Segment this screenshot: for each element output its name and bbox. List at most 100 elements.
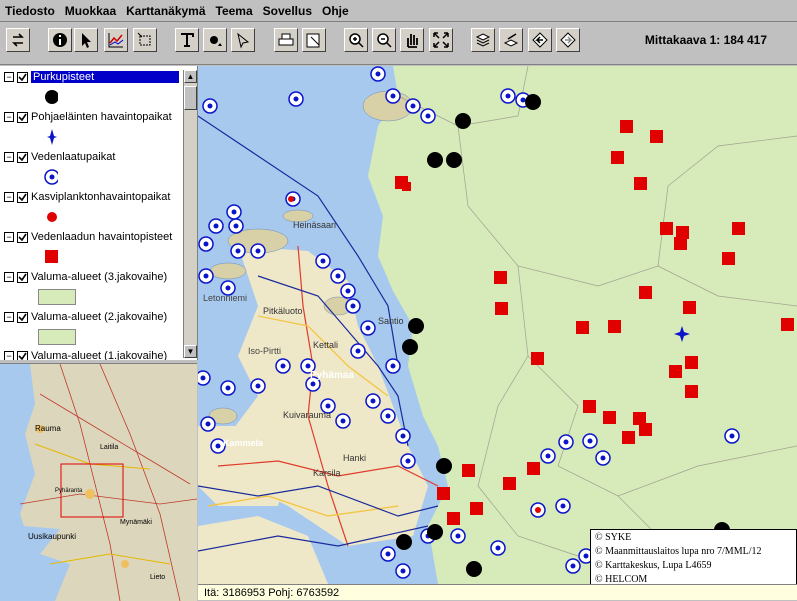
layer-checkbox[interactable] [17,231,28,243]
layer-row[interactable]: − Vedenlaadun havaintopisteet [4,229,172,245]
zoom-out-button[interactable] [372,28,396,52]
menu-tiedosto[interactable]: Tiedosto [0,4,60,18]
full-extent-button[interactable] [429,28,453,52]
menu-sovellus[interactable]: Sovellus [258,4,317,18]
overview-label: Uusikaupunki [28,532,76,541]
menu-ohje[interactable]: Ohje [317,4,354,18]
black-dot-icon [45,90,58,104]
info-button[interactable] [48,28,72,52]
map-label: Pitkäluoto [263,306,303,316]
refresh-icon [12,33,24,47]
map-label: Kammela [223,438,264,448]
layer-checkbox[interactable] [17,311,28,323]
pointer-icon [82,33,91,48]
zoom-out-icon [377,33,392,48]
collapse-toggle[interactable]: − [4,192,14,202]
scroll-down-icon[interactable]: ▼ [184,345,197,358]
map-canvas: Pitkäluoto Kettali Pyhämaa Santio Kuivar… [198,66,797,584]
profile-icon [108,33,124,48]
layer-row[interactable]: − Pohjaeläinten havaintopaikat [4,109,172,125]
overview-label: Rauma [35,424,61,433]
layer-row[interactable]: − Valuma-alueet (1.jakovaihe) [4,348,167,360]
red-dot-icon [47,212,57,222]
map-label: Pyhämaa [310,370,354,381]
prev-extent-button[interactable] [528,28,552,52]
overview-label: Mynämäki [120,519,152,526]
menu-teema[interactable]: Teema [211,4,258,18]
pan-button[interactable] [400,28,424,52]
copyright-line: © Maanmittauslaitos lupa nro 7/MML/12 [595,546,762,557]
layer-row[interactable]: − Kasviplanktonhavaintopaikat [4,189,170,205]
scroll-thumb[interactable] [184,86,197,110]
collapse-toggle[interactable]: − [4,312,14,322]
copyright-line: © SYKE [595,532,632,543]
back-button[interactable] [499,28,523,52]
layer-checkbox[interactable] [17,191,28,203]
red-square-icon [45,250,58,263]
legend-scrollbar[interactable]: ▲ ▼ [183,70,197,358]
map-label: Kuivarauma [283,410,331,420]
layer-checkbox[interactable] [17,71,28,83]
layer-checkbox[interactable] [17,111,28,123]
layer-row[interactable]: − Vedenlaatupaikat [4,149,115,165]
green-rect-icon [38,329,76,345]
prev-extent-icon [532,32,548,48]
status-bar: Itä: 3186953 Pohj: 6763592 [198,584,797,600]
collapse-toggle[interactable]: − [4,351,14,360]
layer-row[interactable]: − Valuma-alueet (3.jakovaihe) [4,269,167,285]
blue-ring-icon [44,169,58,185]
collapse-toggle[interactable]: − [4,112,14,122]
layers-button[interactable] [471,28,495,52]
check-icon [18,233,27,241]
main-map[interactable]: Pitkäluoto Kettali Pyhämaa Santio Kuivar… [198,66,797,584]
refresh-button[interactable] [6,28,30,52]
scroll-up-icon[interactable]: ▲ [184,70,197,83]
collapse-toggle[interactable]: − [4,272,14,282]
collapse-toggle[interactable]: − [4,152,14,162]
profile-button[interactable] [104,28,128,52]
benthic-point [674,326,690,342]
layer-label: Valuma-alueet (1.jakovaihe) [31,350,168,360]
overview-label: Lieto [150,574,165,581]
zoom-in-button[interactable] [344,28,368,52]
text-icon [181,33,194,47]
pointer-button[interactable] [74,28,98,52]
check-icon [18,113,27,121]
map-label: Kettali [313,340,338,350]
layer-label: Valuma-alueet (2.jakovaihe) [31,311,168,323]
print-button[interactable] [274,28,298,52]
green-rect-icon [38,289,76,305]
overview-label: Laitila [100,444,118,451]
export-button[interactable] [302,28,326,52]
back-icon [503,33,519,47]
menu-karttanakyma[interactable]: Karttanäkymä [121,4,210,18]
layer-checkbox[interactable] [17,271,28,283]
select-box-icon [137,32,151,46]
check-icon [18,273,27,281]
overview-label: Pyhäranta [55,488,83,494]
overview-map-graphic: Rauma Pyhäranta Uusikaupunki Laitila Myn… [0,364,197,601]
polygon-tool-icon [237,32,250,49]
layer-checkbox[interactable] [17,151,28,163]
next-extent-button[interactable] [556,28,580,52]
overview-map[interactable]: Rauma Pyhäranta Uusikaupunki Laitila Myn… [0,363,197,601]
layer-label: Pohjaeläinten havaintopaikat [31,111,172,123]
copyright-line: © Karttakeskus, Lupa L4659 [595,560,712,571]
layer-label: Valuma-alueet (3.jakovaihe) [31,271,168,283]
text-tool-button[interactable] [175,28,199,52]
polygon-tool-button[interactable] [231,28,255,52]
layer-row[interactable]: − Purkupisteet [4,69,179,85]
layer-checkbox[interactable] [17,350,28,360]
map-label: Santio [378,316,404,326]
full-extent-icon [433,32,449,48]
print-icon [278,33,294,46]
collapse-toggle[interactable]: − [4,232,14,242]
point-tool-button[interactable] [203,28,227,52]
layer-row[interactable]: − Valuma-alueet (2.jakovaihe) [4,309,167,325]
point-tool-icon [210,36,222,46]
select-box-button[interactable] [133,28,157,52]
collapse-toggle[interactable]: − [4,72,14,82]
info-icon [53,33,67,47]
export-icon [306,33,320,48]
menu-muokkaa[interactable]: Muokkaa [60,4,121,18]
